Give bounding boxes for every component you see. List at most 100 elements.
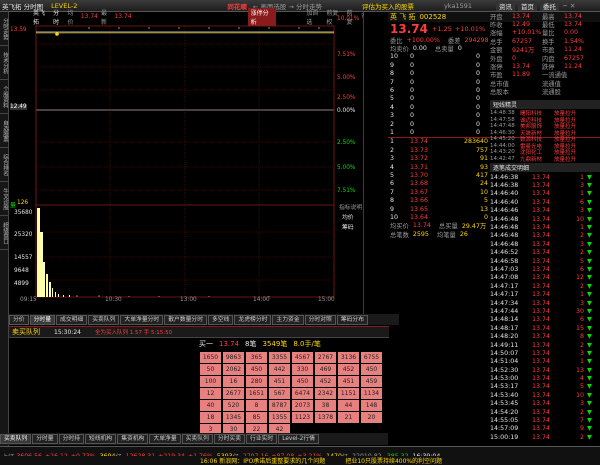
home-button[interactable]: 首页 — [517, 0, 537, 11]
trade-time: 14:47:34 — [490, 299, 519, 307]
buy1-price: 13.74 — [219, 339, 240, 348]
queue-cell: 2073 — [292, 399, 313, 411]
trade-arrow-icon: ▼ — [587, 391, 592, 399]
tab-bignet[interactable]: 大单净量 — [149, 434, 181, 444]
left-sidebar: 分时走势 技术分析 个股资料 自选股票 综合排名 牛叉诊股 超级盘口 — [0, 12, 9, 446]
avg-price-value: 13.74 — [80, 13, 98, 20]
trade-button[interactable]: 委托 — [539, 0, 559, 11]
trade-arrow-icon: ▼ — [587, 274, 592, 282]
tab-short-inst[interactable]: 短线机构 — [85, 434, 117, 444]
trade-row: 14:53:45 13.74 3 ▼ — [490, 400, 600, 408]
news-title: 短线精灵 — [493, 102, 518, 109]
tab-chip[interactable]: 筹码分布 — [336, 314, 369, 325]
sidebar-tab-4[interactable]: 自选股票 — [0, 114, 9, 148]
news-header: 短线精灵 — [490, 100, 600, 109]
trades-list: 14:46:38 13.74 1 ▼ 14:46:38 13.74 3 ▼ 14:46:40 13… — [490, 173, 600, 441]
tab-holdings[interactable]: 分时持 — [58, 434, 85, 444]
news-button[interactable]: 资讯 — [495, 0, 515, 11]
stat-cell: 1.54% — [564, 37, 585, 45]
tab-price[interactable]: 分价 — [9, 314, 29, 325]
tab-dragon[interactable]: 龙虎榜分时 — [234, 314, 272, 325]
trade-price: 13.74 — [532, 299, 551, 307]
buy-price: 13.74 — [410, 138, 429, 146]
trade-arrow-icon: ▼ — [587, 173, 592, 181]
trade-time: 15:00:19 — [490, 433, 519, 441]
intraday-chart[interactable] — [9, 12, 364, 314]
news-ticker-1[interactable]: 16:06 新浪网：IPO承诺后重整要求的几个问题 — [200, 456, 325, 465]
close-icon[interactable]: ✕ — [570, 2, 575, 10]
trade-arrow-icon: ▼ — [587, 282, 592, 290]
trade-row: 14:47:08 13.74 12 ▼ — [490, 274, 600, 282]
trade-volume: 6 — [579, 316, 584, 324]
tab-volume-panel[interactable]: 分时量 — [32, 434, 58, 444]
trade-volume: 2 — [579, 341, 584, 349]
sidebar-tab-6[interactable]: 牛叉诊股 — [0, 182, 9, 216]
tab-level2[interactable]: Level-2行情 — [278, 434, 319, 444]
sidebar-tab-2[interactable]: 技术分析 — [0, 46, 9, 80]
tab-timebuy[interactable]: 分时买卖 — [213, 434, 246, 444]
tab-industry[interactable]: 行业实时 — [246, 434, 278, 444]
help-icon[interactable]: ? — [361, 13, 364, 20]
order-queue-panel: 卖买队列 15:30:24 全为买入队列 1.57 手 5:15:50 买一 1… — [9, 326, 389, 435]
trade-row: 14:46:52 13.74 2 ▼ — [490, 249, 600, 257]
queue-cell: 6755 — [361, 351, 382, 363]
queue-cell: 280 — [246, 375, 267, 387]
sell-price: 0 — [410, 53, 415, 61]
buy-level: 5 — [390, 171, 395, 179]
tab-queue2[interactable]: 买卖队列 — [181, 434, 213, 444]
trade-volume: 10 — [575, 391, 584, 399]
queue-cell: 451 — [338, 375, 359, 387]
trade-price: 13.74 — [532, 291, 551, 299]
tab-retail[interactable]: 散户数量分时 — [164, 314, 208, 325]
queue-cell: 44 — [338, 399, 359, 411]
trade-time: 14:47:17 — [490, 282, 519, 290]
vol-tick: 4899 — [14, 281, 29, 287]
trade-volume: 3 — [579, 349, 584, 357]
sell-price: 0 — [410, 95, 415, 103]
trade-arrow-icon: ▼ — [587, 324, 592, 332]
indicator-note[interactable]: 指标说明 — [339, 202, 362, 211]
add-watchlist-button[interactable]: 加自选 — [306, 8, 323, 26]
trade-time: 14:46:40 — [490, 190, 519, 198]
sidebar-tab-7[interactable]: 超级盘口 — [0, 216, 9, 250]
news-row[interactable]: 14:42:47 九鼎新材 放量拉升 — [490, 156, 600, 163]
avg-price-side[interactable]: 均价 — [342, 212, 354, 221]
news-ticker-2[interactable]: 把业10只股票持续400%的利空问题 — [345, 456, 442, 465]
queue-cell: 567 — [269, 387, 290, 399]
trade-price: 13.74 — [532, 366, 551, 374]
chart-info-bar: 英飞拓 分时 均价 13.74 最新 13.74 涨停分析 加自选 前复权 前复… — [9, 7, 364, 26]
news-stock[interactable]: 九鼎新材 — [520, 155, 554, 163]
trade-time: 14:46:48 — [490, 215, 519, 223]
time-tick: 13:00 — [180, 297, 197, 303]
tab-queue[interactable]: 买卖队列 — [88, 314, 120, 325]
sidebar-tab-3[interactable]: 个股资料 — [0, 80, 9, 114]
sell-price: 0 — [410, 61, 415, 69]
sell-price: 0 — [410, 103, 415, 111]
limit-up-alert-button[interactable]: 涨停分析 — [247, 7, 277, 26]
queue-note: 全为买入队列 1.57 手 5:15:50 — [94, 330, 173, 336]
trade-price: 13.74 — [532, 190, 551, 198]
vol-value: 126 — [17, 200, 29, 206]
tab-big-order[interactable]: 大单净量分时 — [120, 314, 164, 325]
account-name[interactable]: yka1591 — [444, 2, 472, 10]
sidebar-tab-5[interactable]: 综合排名 — [0, 148, 9, 182]
trade-volume: 7 — [579, 417, 584, 425]
tab-main-fund[interactable]: 主力资金 — [272, 314, 304, 325]
tab-volume[interactable]: 分时量 — [29, 314, 56, 325]
tab-longshort[interactable]: 多空线 — [208, 314, 234, 325]
trade-price: 13.74 — [532, 198, 551, 206]
chip-side[interactable]: 筹码 — [342, 222, 354, 231]
tab-compare[interactable]: 分时对照 — [304, 314, 336, 325]
tab-collect-inst[interactable]: 集资机构 — [117, 434, 149, 444]
minimize-icon[interactable]: ─ — [563, 2, 567, 10]
tab-trade-detail[interactable]: 成交明细 — [56, 314, 88, 325]
trade-volume: 8 — [579, 333, 584, 341]
trades-header: 逐笔成交明细 — [490, 163, 600, 172]
tab-queue-panel[interactable]: 买卖队列 — [0, 434, 32, 444]
trade-arrow-icon: ▼ — [587, 425, 592, 433]
stat-cell: 67257 — [512, 37, 533, 45]
sidebar-tab-1[interactable]: 分时走势 — [0, 12, 9, 46]
trade-row: 14:55:05 13.74 7 ▼ — [490, 416, 600, 424]
trade-row: 14:47:17 13.74 1 ▼ — [490, 290, 600, 298]
trade-arrow-icon: ▼ — [587, 224, 592, 232]
